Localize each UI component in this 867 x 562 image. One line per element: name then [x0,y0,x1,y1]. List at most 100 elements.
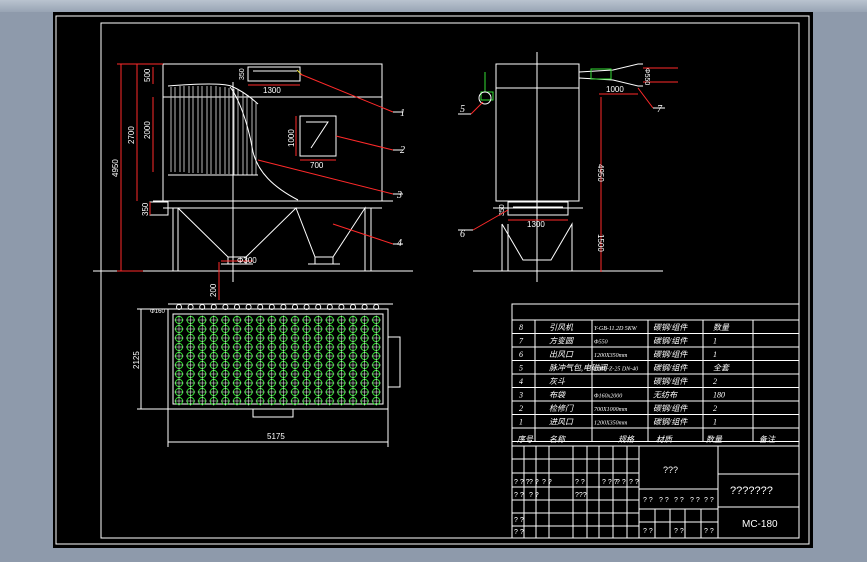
bom-row-spec: Y-GB-11.2D 5KW [594,326,638,332]
tb-small-label: ? ? [659,497,669,504]
side-dim-lower: 1500 [596,234,605,252]
plan-view: 5175 2125 Φ160 [132,303,401,447]
leader-2 [335,135,394,151]
bom-row-no: 4 [519,377,523,386]
bom-row-name: 进风口 [549,418,574,427]
bom-row-name: 灰斗 [549,377,566,386]
bom-header-qty: 数量 [706,435,723,444]
tb-small-label: ? ? [529,479,539,486]
callout-6: 6 [460,229,465,240]
bom-row-spec: DMF-Z-25 DN-40 [593,366,638,373]
bom-row-material: 碳钢/组件 [653,350,688,359]
front-view [93,63,413,282]
bom-row-material: 碳钢/组件 [653,337,688,346]
bom-row-material: 碳钢/组件 [653,377,688,386]
callout-1: 1 [400,108,405,119]
bom-row-name: 检修门 [549,404,574,413]
dim-top: 500 [143,68,152,82]
tb-small-label: ? ? [704,528,714,535]
bom-row-no: 3 [518,391,523,400]
tb-center-mark: ??? [663,465,678,475]
callout-7: 7 [657,104,663,115]
bom-row-qty: 2 [713,404,717,413]
bom-row-material: 无纺布 [653,391,678,400]
bom-row-name: 引风机 [549,323,574,332]
leader-1 [299,73,394,113]
side-dim-total-height: 4950 [596,164,605,182]
bom-row-qty: 180 [713,391,725,400]
dim-upper-body: 2700 [127,126,136,144]
tb-small-label: ? ? [514,517,524,524]
tb-small-label: ? ? ? [514,479,530,486]
plan-dim-depth: 2125 [132,351,141,369]
leader-3 [257,159,394,195]
dim-bags: 2000 [143,121,152,139]
bom-row-material: 碳钢/组件 [653,418,688,427]
callout-2: 2 [400,145,405,156]
bom-header-material: 材质 [656,435,673,444]
side-view [473,52,678,282]
leader-6 [472,209,509,231]
side-dim-pipe: Φ550 [643,68,650,85]
front-callouts: 1 2 3 4 [257,73,405,249]
dim-door-height: 1000 [287,129,296,147]
front-main-body [162,96,383,202]
callout-3: 3 [396,190,402,201]
bom-row-no: 2 [519,404,523,413]
tb-title: ??????? [730,485,773,497]
side-dims: 4950 1500 1000 Φ550 1300 350 [499,68,650,272]
leader-7 [637,87,654,109]
bom-rows: 8 引风机 Y-GB-11.2D 5KW 碳钢/组件 数量 7 方变圆 Φ550 碳钢/组件 1 6… [518,323,730,427]
front-outlet-duct [247,66,301,82]
outer-border [55,15,810,545]
bom-header-no: 序号 [517,435,534,444]
bom-row-material: 碳钢/组件 [653,404,688,413]
dim-inlet: 350 [141,202,150,216]
bom-header-name: 名称 [549,435,567,444]
tb-small-label: ? ? [704,497,714,504]
callout-4: 4 [397,238,402,249]
leader-4 [332,223,394,245]
bom-row-name: 出风口 [549,350,574,359]
side-dim-duct-width: 1000 [606,85,624,94]
dim-outlet-size: 1300 [263,86,281,95]
tb-small-label: ? ? [674,497,684,504]
bom-header-row: 序号 名称 规格 材质 数量 备注 [517,435,776,444]
tb-small-label: ? ? [529,492,539,499]
drawing-sheet: 4950 2700 2000 500 350 350 1300 1000 700… [53,12,813,548]
tb-small-cells: ? ? ?? ?? ?? ?? ? ?? ?? ?? ?? ????? ?? ?… [512,445,714,539]
side-dim-inlet-width: 1300 [527,220,545,229]
bom-row-qty: 全套 [713,364,730,373]
tb-small-label: ??? [575,492,587,499]
bom-header-spec: 规格 [618,435,635,444]
leader-5 [470,101,484,115]
side-pulse-valve [480,72,494,101]
front-bags-outline [167,83,259,105]
bom-row-qty: 1 [713,350,717,359]
tb-small-label: ? ? [690,497,700,504]
bom-row-spec: 1200X350mm [594,353,628,359]
bom-row-qty: 1 [713,418,717,427]
bom-row-spec: Φ550 [594,340,608,346]
bom-row-material: 碳钢/组件 [653,323,688,332]
tb-small-label: ? ? [643,528,653,535]
plan-dim-width: 5175 [267,432,285,441]
tb-small-label: ? ? [514,529,524,536]
bom-row-name: 布袋 [549,391,566,400]
bom-row-no: 5 [519,364,523,373]
plan-bag-grid [174,304,381,406]
bom-row-qty: 数量 [713,323,730,332]
tb-small-label: ? ? [674,528,684,535]
plan-side-duct [387,336,401,388]
tb-small-label: ? ? [616,479,626,486]
bom-row-spec: 1200X350mm [594,421,628,427]
dim-hopper-outlet: Φ300 [237,256,257,265]
front-hoppers [172,206,372,271]
bom-row-qty: 2 [713,377,717,386]
window-top-strip [0,0,867,12]
title-block: ??? ??????? MC-180 ? ? ?? ?? ?? ?? ? ?? … [512,445,799,539]
bom-row-material: 碳钢/组件 [653,364,688,373]
front-door-handle [306,121,329,149]
bom-row-spec: Φ160x2000 [594,394,622,400]
dim-bottom-outlet: 200 [209,283,218,297]
